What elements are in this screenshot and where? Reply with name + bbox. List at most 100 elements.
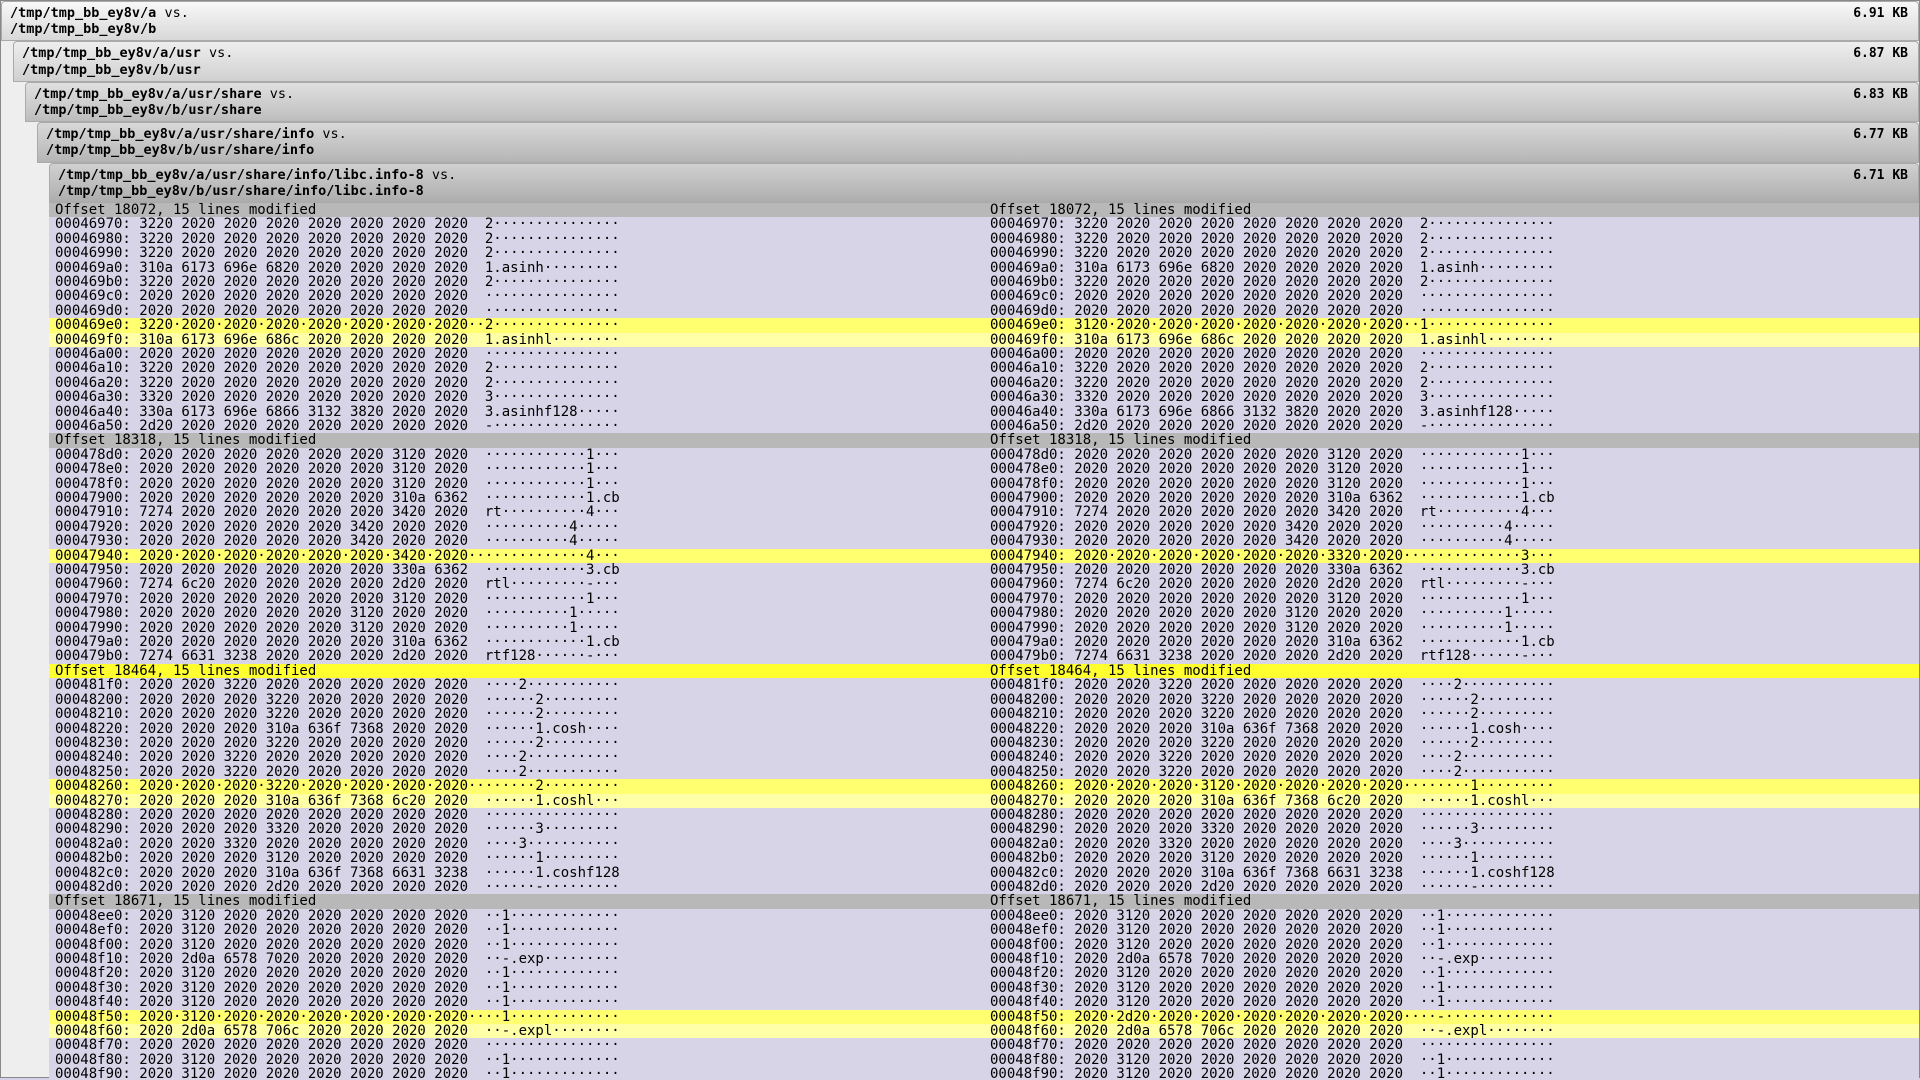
hex-col-right: 00046a50: 2d20 2020 2020 2020 2020 2020 … (984, 419, 1919, 433)
hex-col-right: 00046a40: 330a 6173 696e 6866 3132 3820 … (984, 405, 1919, 419)
hex-col-left: 00048290: 2020 2020 2020 3320 2020 2020 … (49, 822, 984, 836)
hex-row: 000481f0: 2020 2020 3220 2020 2020 2020 … (49, 678, 1919, 692)
hex-row: 00048260: 2020·2020·2020·3220·2020·2020·… (49, 779, 1919, 793)
size-badge: 6.71 KB (1853, 168, 1908, 184)
breadcrumb-level-1[interactable]: /tmp/tmp_bb_ey8v/a/usr vs. /tmp/tmp_bb_e… (13, 41, 1919, 81)
hex-row: 00046990: 3220 2020 2020 2020 2020 2020 … (49, 246, 1919, 260)
hex-col-right: 000479a0: 2020 2020 2020 2020 2020 2020 … (984, 635, 1919, 649)
hex-col-left: 00046a50: 2d20 2020 2020 2020 2020 2020 … (49, 419, 984, 433)
hex-col-right: 000481f0: 2020 2020 3220 2020 2020 2020 … (984, 678, 1919, 692)
hex-col-right: 00048270: 2020 2020 2020 310a 636f 7368 … (984, 794, 1919, 808)
hex-col-left: 000469a0: 310a 6173 696e 6820 2020 2020 … (49, 261, 984, 275)
hex-col-left: 000469f0: 310a 6173 696e 686c 2020 2020 … (49, 333, 984, 347)
diff-viewer: /tmp/tmp_bb_ey8v/a vs. /tmp/tmp_bb_ey8v/… (0, 0, 1920, 1078)
hex-col-right: 00048290: 2020 2020 2020 3320 2020 2020 … (984, 822, 1919, 836)
hex-col-right: Offset 18671, 15 lines modified (984, 894, 1919, 908)
hex-row: Offset 18464, 15 lines modifiedOffset 18… (49, 664, 1919, 678)
hex-col-right: 00046a10: 3220 2020 2020 2020 2020 2020 … (984, 361, 1919, 375)
hex-row: 00047970: 2020 2020 2020 2020 2020 2020 … (49, 592, 1919, 606)
hex-row: 00046a30: 3320 2020 2020 2020 2020 2020 … (49, 390, 1919, 404)
hex-col-right: 00048ef0: 2020 3120 2020 2020 2020 2020 … (984, 923, 1919, 937)
hex-col-right: 000482c0: 2020 2020 2020 310a 636f 7368 … (984, 866, 1919, 880)
hex-row: 000482b0: 2020 2020 2020 3120 2020 2020 … (49, 851, 1919, 865)
hex-col-left: 00046980: 3220 2020 2020 2020 2020 2020 … (49, 232, 984, 246)
hex-row: 00048f70: 2020 2020 2020 2020 2020 2020 … (49, 1038, 1919, 1052)
breadcrumb-level-4[interactable]: /tmp/tmp_bb_ey8v/a/usr/share/info/libc.i… (49, 163, 1919, 203)
hex-col-right: 000469a0: 310a 6173 696e 6820 2020 2020 … (984, 261, 1919, 275)
hex-col-left: 00048210: 2020 2020 2020 3220 2020 2020 … (49, 707, 984, 721)
hex-col-left: 00046970: 3220 2020 2020 2020 2020 2020 … (49, 217, 984, 231)
hex-col-left: 00048200: 2020 2020 2020 3220 2020 2020 … (49, 693, 984, 707)
hex-col-left: 00048f20: 2020 3120 2020 2020 2020 2020 … (49, 966, 984, 980)
hex-row: 00048200: 2020 2020 2020 3220 2020 2020 … (49, 693, 1919, 707)
hex-col-right: 00047970: 2020 2020 2020 2020 2020 2020 … (984, 592, 1919, 606)
hex-col-right: 00047960: 7274 6c20 2020 2020 2020 2020 … (984, 577, 1919, 591)
hex-row: 00048f60: 2020 2d0a 6578 706c 2020 2020 … (49, 1024, 1919, 1038)
hex-row: 00046980: 3220 2020 2020 2020 2020 2020 … (49, 232, 1919, 246)
hex-col-left: 00047910: 7274 2020 2020 2020 2020 2020 … (49, 505, 984, 519)
hex-col-left: 00047920: 2020 2020 2020 2020 2020 3420 … (49, 520, 984, 534)
hex-col-left: 000469b0: 3220 2020 2020 2020 2020 2020 … (49, 275, 984, 289)
hex-col-right: 000469c0: 2020 2020 2020 2020 2020 2020 … (984, 289, 1919, 303)
hex-row: 000479a0: 2020 2020 2020 2020 2020 2020 … (49, 635, 1919, 649)
hex-col-right: 00046980: 3220 2020 2020 2020 2020 2020 … (984, 232, 1919, 246)
hex-col-left: 00047930: 2020 2020 2020 2020 2020 3420 … (49, 534, 984, 548)
hex-row: 00048f00: 2020 3120 2020 2020 2020 2020 … (49, 938, 1919, 952)
breadcrumb-level-0[interactable]: /tmp/tmp_bb_ey8v/a vs. /tmp/tmp_bb_ey8v/… (1, 1, 1919, 41)
hex-col-left: Offset 18318, 15 lines modified (49, 433, 984, 447)
size-badge: 6.77 KB (1853, 127, 1908, 143)
hex-col-left: Offset 18464, 15 lines modified (49, 664, 984, 678)
hex-row: 00048250: 2020 2020 3220 2020 2020 2020 … (49, 765, 1919, 779)
hex-col-left: 00048f80: 2020 3120 2020 2020 2020 2020 … (49, 1053, 984, 1067)
hex-row: 00047980: 2020 2020 2020 2020 2020 3120 … (49, 606, 1919, 620)
hex-row: 00048230: 2020 2020 2020 3220 2020 2020 … (49, 736, 1919, 750)
hex-col-right: Offset 18072, 15 lines modified (984, 203, 1919, 217)
breadcrumb-level-2[interactable]: /tmp/tmp_bb_ey8v/a/usr/share vs. /tmp/tm… (25, 82, 1919, 122)
hex-col-left: Offset 18671, 15 lines modified (49, 894, 984, 908)
hex-row: 000479b0: 7274 6631 3238 2020 2020 2020 … (49, 649, 1919, 663)
hex-col-right: Offset 18318, 15 lines modified (984, 433, 1919, 447)
hex-col-right: 00048f90: 2020 3120 2020 2020 2020 2020 … (984, 1067, 1919, 1080)
hex-col-left: 00047940: 2020·2020·2020·2020·2020·2020·… (49, 549, 984, 563)
hex-col-right: 00048f20: 2020 3120 2020 2020 2020 2020 … (984, 966, 1919, 980)
hex-col-right: 00048f10: 2020 2d0a 6578 7020 2020 2020 … (984, 952, 1919, 966)
hex-col-left: 00047960: 7274 6c20 2020 2020 2020 2020 … (49, 577, 984, 591)
hex-row: 00048f40: 2020 3120 2020 2020 2020 2020 … (49, 995, 1919, 1009)
breadcrumb-level-3[interactable]: /tmp/tmp_bb_ey8v/a/usr/share/info vs. /t… (37, 122, 1919, 162)
hex-col-right: 00048ee0: 2020 3120 2020 2020 2020 2020 … (984, 909, 1919, 923)
hex-col-left: 00048280: 2020 2020 2020 2020 2020 2020 … (49, 808, 984, 822)
hex-col-left: 00048240: 2020 2020 3220 2020 2020 2020 … (49, 750, 984, 764)
hex-col-right: 00046a30: 3320 2020 2020 2020 2020 2020 … (984, 390, 1919, 404)
hex-col-right: 000478d0: 2020 2020 2020 2020 2020 2020 … (984, 448, 1919, 462)
hex-col-left: 000482a0: 2020 2020 3320 2020 2020 2020 … (49, 837, 984, 851)
hex-col-right: 00047940: 2020·2020·2020·2020·2020·2020·… (984, 549, 1919, 563)
hex-row: 00047940: 2020·2020·2020·2020·2020·2020·… (49, 549, 1919, 563)
hex-row: 00046a10: 3220 2020 2020 2020 2020 2020 … (49, 361, 1919, 375)
hex-row: 00047930: 2020 2020 2020 2020 2020 3420 … (49, 534, 1919, 548)
hex-col-right: 00048f50: 2020·2d20·2020·2020·2020·2020·… (984, 1010, 1919, 1024)
hex-col-left: 000478e0: 2020 2020 2020 2020 2020 2020 … (49, 462, 984, 476)
hex-col-right: 00047950: 2020 2020 2020 2020 2020 2020 … (984, 563, 1919, 577)
hex-col-left: 000479a0: 2020 2020 2020 2020 2020 2020 … (49, 635, 984, 649)
hex-row: 00047900: 2020 2020 2020 2020 2020 2020 … (49, 491, 1919, 505)
hex-col-left: 00048f00: 2020 3120 2020 2020 2020 2020 … (49, 938, 984, 952)
hex-row: 000469c0: 2020 2020 2020 2020 2020 2020 … (49, 289, 1919, 303)
hex-col-right: 00046970: 3220 2020 2020 2020 2020 2020 … (984, 217, 1919, 231)
hex-col-left: 000482c0: 2020 2020 2020 310a 636f 7368 … (49, 866, 984, 880)
hex-col-right: 00046a20: 3220 2020 2020 2020 2020 2020 … (984, 376, 1919, 390)
hex-col-right: 000478e0: 2020 2020 2020 2020 2020 2020 … (984, 462, 1919, 476)
hex-col-right: 000469f0: 310a 6173 696e 686c 2020 2020 … (984, 333, 1919, 347)
hex-row: 00046a40: 330a 6173 696e 6866 3132 3820 … (49, 405, 1919, 419)
hex-col-left: 00046a20: 3220 2020 2020 2020 2020 2020 … (49, 376, 984, 390)
hex-col-right: 00048230: 2020 2020 2020 3220 2020 2020 … (984, 736, 1919, 750)
hex-col-left: 000481f0: 2020 2020 3220 2020 2020 2020 … (49, 678, 984, 692)
hex-row: 00047990: 2020 2020 2020 2020 2020 3120 … (49, 621, 1919, 635)
hex-row: 00048290: 2020 2020 2020 3320 2020 2020 … (49, 822, 1919, 836)
hex-col-right: 00048f30: 2020 3120 2020 2020 2020 2020 … (984, 981, 1919, 995)
hex-col-right: 00047900: 2020 2020 2020 2020 2020 2020 … (984, 491, 1919, 505)
size-badge: 6.83 KB (1853, 87, 1908, 103)
hex-col-right: 00047990: 2020 2020 2020 2020 2020 3120 … (984, 621, 1919, 635)
hex-row: 00048240: 2020 2020 3220 2020 2020 2020 … (49, 750, 1919, 764)
hex-diff-content[interactable]: Offset 18072, 15 lines modified Offset 18… (49, 203, 1919, 1080)
hex-col-left: 00046a00: 2020 2020 2020 2020 2020 2020 … (49, 347, 984, 361)
